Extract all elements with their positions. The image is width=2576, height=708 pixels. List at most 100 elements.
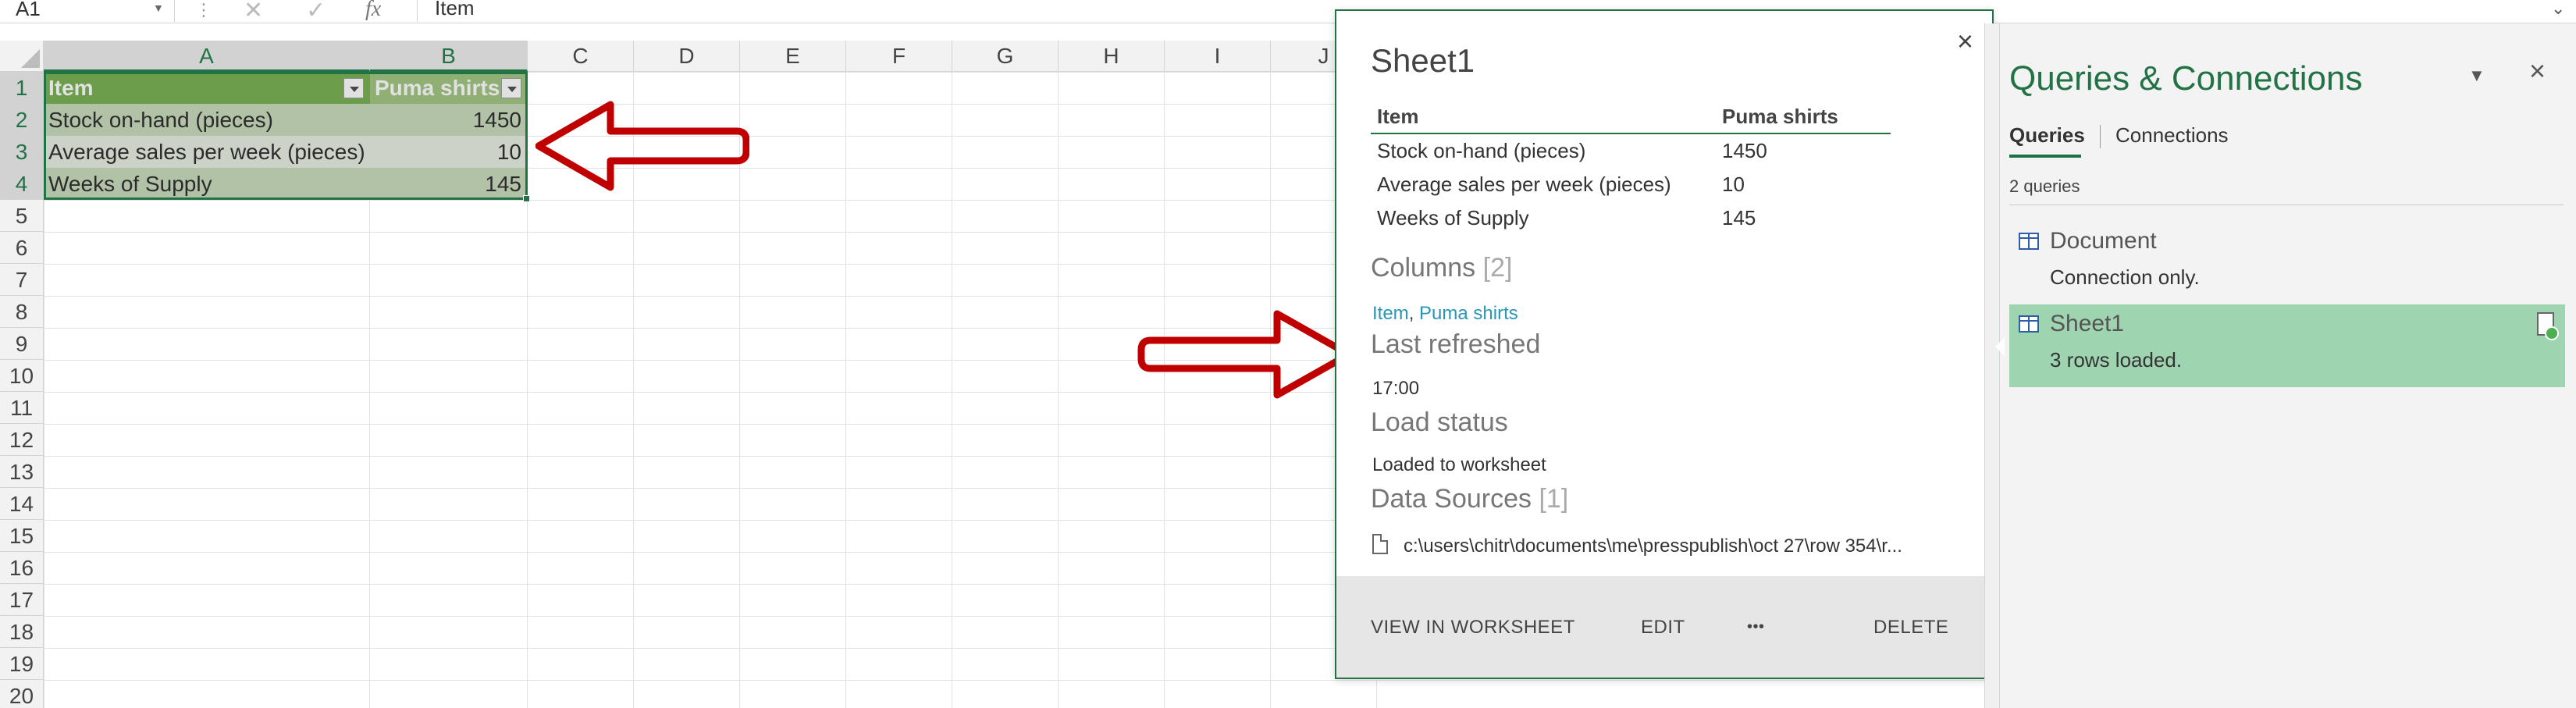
tab-connections[interactable]: Connections	[2115, 123, 2229, 148]
columns-links: Item, Puma shirts	[1372, 303, 1518, 325]
preview-table: Item Puma shirts Stock on-hand (pieces) …	[1371, 98, 1891, 235]
queries-connections-pane: Queries & Connections ▼ × Queries Connec…	[2000, 23, 2576, 708]
data-sources-section-title: Data Sources [1]	[1371, 484, 1568, 514]
popup-pointer	[1995, 337, 2005, 356]
expand-formula-bar-icon[interactable]: ⌄	[2551, 0, 2565, 19]
preview-cell: Stock on-hand (pieces)	[1377, 139, 1586, 162]
formula-value: Item	[435, 0, 475, 20]
column-header-c[interactable]: C	[528, 41, 634, 72]
query-count: 2 queries	[2009, 176, 2080, 196]
row-header-12[interactable]: 12	[0, 424, 44, 456]
data-source-path[interactable]: c:\users\chitr\documents\me\presspublish…	[1404, 535, 1902, 557]
edit-button[interactable]: EDIT	[1641, 617, 1685, 639]
query-item-document[interactable]: Document Connection only.	[2009, 222, 2565, 304]
column-header-a[interactable]: A	[44, 41, 370, 72]
column-header-e[interactable]: E	[740, 41, 846, 72]
selection-range	[44, 72, 528, 200]
formula-bar-grip-icon[interactable]: ⋮	[195, 0, 212, 20]
more-options-button[interactable]: •••	[1747, 618, 1765, 636]
tab-divider	[2100, 125, 2101, 148]
preview-row: Weeks of Supply 145	[1371, 201, 1891, 235]
query-name: Sheet1	[2050, 311, 2125, 336]
table-icon	[2019, 233, 2039, 250]
row-header-9[interactable]: 9	[0, 328, 44, 360]
column-header-i[interactable]: I	[1165, 41, 1271, 72]
preview-header-cell: Puma shirts	[1722, 105, 1838, 128]
formula-bar: A1 ▼ ⋮ ✕ ✓ fx Item ⌄	[0, 0, 2576, 23]
column-header-g[interactable]: G	[952, 41, 1059, 72]
load-status-title: Load status	[1371, 407, 1508, 437]
column-header-d[interactable]: D	[634, 41, 740, 72]
column-header-f[interactable]: F	[846, 41, 952, 72]
close-icon[interactable]: ×	[1957, 25, 1973, 58]
tab-queries[interactable]: Queries	[2009, 123, 2085, 148]
column-link-puma-shirts[interactable]: Puma shirts	[1419, 303, 1518, 324]
row-header-17[interactable]: 17	[0, 584, 44, 616]
chevron-down-icon[interactable]: ▼	[2468, 66, 2485, 86]
delete-button[interactable]: DELETE	[1873, 617, 1948, 639]
query-item-sheet1[interactable]: Sheet1 3 rows loaded.	[2009, 304, 2565, 387]
left-arrow-annotation	[535, 101, 749, 191]
data-sources-count: [1]	[1539, 484, 1569, 514]
row-header-1[interactable]: 1	[0, 72, 44, 104]
columns-count: [2]	[1482, 253, 1513, 283]
query-status: 3 rows loaded.	[2050, 348, 2183, 372]
row-header-15[interactable]: 15	[0, 520, 44, 552]
data-sources-title: Data Sources	[1371, 484, 1532, 514]
active-tab-indicator	[2009, 155, 2081, 158]
view-in-worksheet-button[interactable]: VIEW IN WORKSHEET	[1371, 617, 1575, 639]
file-icon	[1372, 534, 1388, 554]
last-refreshed-value: 17:00	[1372, 378, 1420, 399]
row-header-3[interactable]: 3	[0, 136, 44, 168]
row-header-14[interactable]: 14	[0, 488, 44, 520]
select-all-corner[interactable]	[0, 41, 44, 72]
fill-handle[interactable]	[523, 195, 530, 202]
row-header-16[interactable]: 16	[0, 552, 44, 584]
preview-cell: 1450	[1722, 139, 1767, 162]
row-header-4[interactable]: 4	[0, 168, 44, 200]
columns-section-title: Columns [2]	[1371, 253, 1512, 283]
preview-row: Average sales per week (pieces) 10	[1371, 168, 1891, 201]
popup-title: Sheet1	[1371, 42, 1475, 79]
name-box-value: A1	[16, 0, 41, 20]
select-all-icon	[21, 49, 40, 68]
close-icon[interactable]: ×	[2529, 55, 2546, 87]
column-separator: ,	[1408, 303, 1420, 324]
row-header-8[interactable]: 8	[0, 296, 44, 328]
name-box[interactable]: A1	[0, 0, 175, 22]
preview-row: Stock on-hand (pieces) 1450	[1371, 134, 1891, 168]
sheet-vertical-scrollbar[interactable]	[1984, 23, 2000, 708]
columns-title: Columns	[1371, 253, 1476, 283]
column-headers: ABCDEFGHIJ	[44, 41, 1377, 72]
column-header-h[interactable]: H	[1059, 41, 1165, 72]
name-box-dropdown-icon[interactable]: ▼	[153, 2, 164, 14]
column-header-b[interactable]: B	[370, 41, 528, 72]
preview-cell: 10	[1722, 173, 1745, 196]
preview-cell: Average sales per week (pieces)	[1377, 173, 1671, 196]
load-status-value: Loaded to worksheet	[1372, 454, 1546, 475]
gridline	[1058, 72, 1059, 708]
refresh-icon[interactable]	[2537, 312, 2559, 340]
row-header-20[interactable]: 20	[0, 680, 44, 708]
query-status: Connection only.	[2050, 265, 2200, 289]
row-header-13[interactable]: 13	[0, 456, 44, 488]
enter-check-icon[interactable]: ✓	[306, 0, 326, 24]
table-icon	[2019, 315, 2039, 333]
gridline	[845, 72, 846, 708]
popup-footer: VIEW IN WORKSHEET EDIT ••• DELETE	[1336, 576, 1992, 678]
row-header-6[interactable]: 6	[0, 232, 44, 264]
query-peek-popup: × Sheet1 Item Puma shirts Stock on-hand …	[1335, 9, 1994, 679]
row-header-19[interactable]: 19	[0, 648, 44, 680]
insert-function-icon[interactable]: fx	[365, 0, 381, 22]
row-header-10[interactable]: 10	[0, 360, 44, 392]
row-header-18[interactable]: 18	[0, 616, 44, 648]
row-header-7[interactable]: 7	[0, 264, 44, 296]
row-header-2[interactable]: 2	[0, 104, 44, 136]
cancel-icon[interactable]: ✕	[244, 0, 263, 24]
column-link-item[interactable]: Item	[1372, 303, 1409, 324]
preview-cell: 145	[1722, 206, 1756, 229]
row-header-11[interactable]: 11	[0, 392, 44, 424]
row-header-5[interactable]: 5	[0, 200, 44, 232]
preview-header-cell: Item	[1377, 105, 1419, 128]
right-arrow-annotation	[1137, 310, 1352, 399]
